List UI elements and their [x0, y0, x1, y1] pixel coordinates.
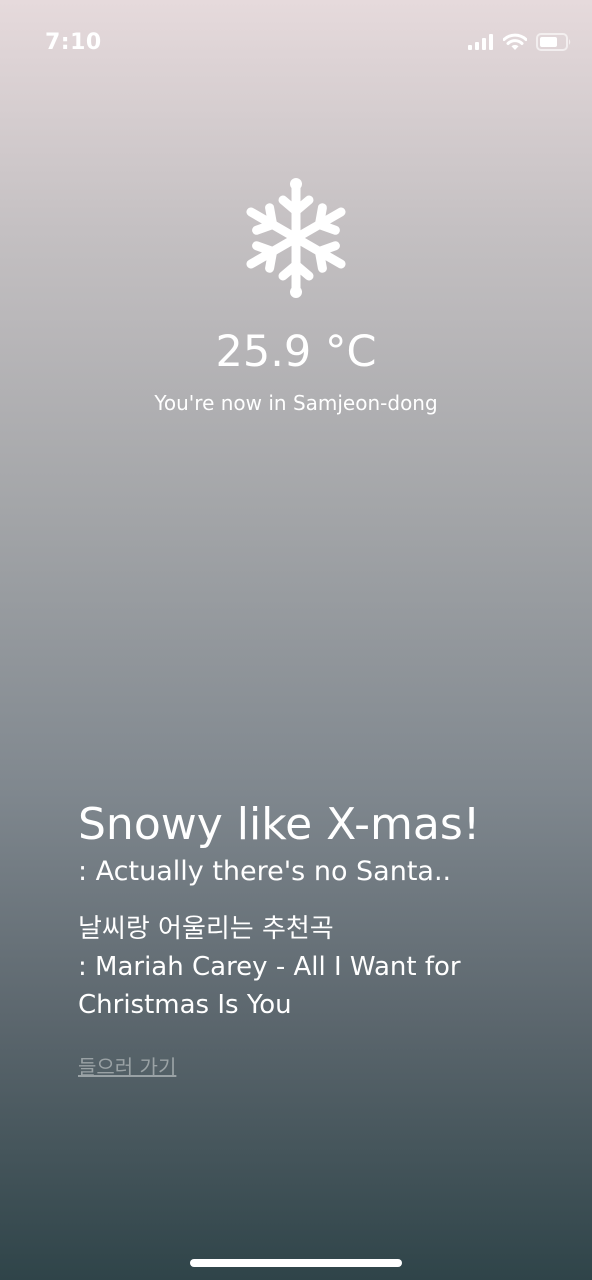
status-time: 7:10: [45, 30, 102, 55]
weather-message: Snowy like X-mas! : Actually there's no …: [78, 796, 548, 1080]
battery-icon: [536, 33, 571, 51]
headline: Snowy like X-mas!: [78, 799, 481, 850]
recommended-song: : Mariah Carey - All I Want for Christma…: [78, 952, 461, 1020]
subtitle: : Actually there's no Santa..: [78, 856, 452, 887]
status-bar: 7:10: [0, 0, 592, 88]
snowflake-icon: [238, 178, 354, 298]
status-icons: [468, 33, 572, 51]
weather-summary: 25.9 °C You're now in Samjeon-dong: [0, 176, 592, 416]
recommendation-label: 날씨랑 어울리는 추천곡: [78, 914, 334, 944]
cellular-signal-icon: [468, 34, 493, 50]
temperature: 25.9 °C: [215, 327, 377, 377]
home-indicator[interactable]: [190, 1259, 402, 1267]
listen-link[interactable]: 들으러 가기: [78, 1054, 176, 1080]
song-recommendation: 날씨랑 어울리는 추천곡 : Mariah Carey - All I Want…: [78, 910, 548, 1024]
wifi-icon: [503, 33, 527, 50]
location-text: You're now in Samjeon-dong: [154, 391, 438, 415]
